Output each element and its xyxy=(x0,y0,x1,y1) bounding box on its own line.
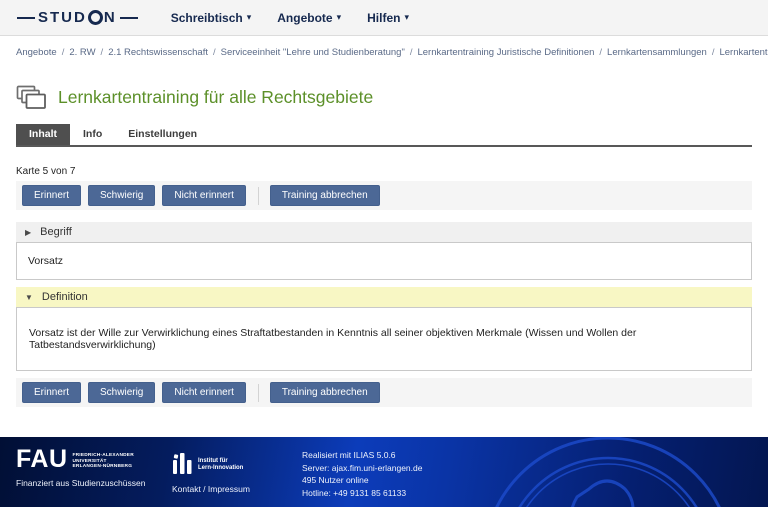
page-footer: ACADEMIA FRIDERICO ALEXANDRINA FAU FRIED… xyxy=(0,437,768,507)
footer-info-line: Server: ajax.fim.uni-erlangen.de xyxy=(302,462,423,473)
breadcrumb-separator: / xyxy=(711,47,715,58)
studon-logo[interactable]: STUD N xyxy=(14,9,141,26)
fau-logo[interactable]: FAU FRIEDRICH-ALEXANDER UNIVERSITÄT ERLANG… xyxy=(16,445,156,473)
footer-info-line: 495 Nutzer online xyxy=(302,475,369,485)
university-seal-watermark: ACADEMIA FRIDERICO ALEXANDRINA xyxy=(479,437,737,507)
breadcrumb-2-rw[interactable]: 2. RW xyxy=(69,47,95,58)
caret-down-icon: ▾ xyxy=(404,12,409,22)
card-content-begriff: Vorsatz xyxy=(16,242,752,280)
training-abbrechen-button[interactable]: Training abbrechen xyxy=(269,185,380,206)
card-section-begriff: ▶ Begriff Vorsatz xyxy=(16,222,752,280)
schwierig-button[interactable]: Schwierig xyxy=(88,185,156,206)
breadcrumb-separator: / xyxy=(61,47,65,58)
footer-server-info: Realisiert mit ILIAS 5.0.6 Server: ajax.f… xyxy=(302,448,422,507)
fau-university-name: FRIEDRICH-ALEXANDER UNIVERSITÄT ERLANGEN-N… xyxy=(73,448,134,470)
ili-logo[interactable]: Institut für Lern-Innovation xyxy=(172,448,280,474)
flashcards-icon xyxy=(16,85,46,109)
accordion-title: Begriff xyxy=(40,226,72,238)
caret-down-icon: ▾ xyxy=(246,12,252,22)
logo-o-ring-icon xyxy=(87,10,103,25)
fau-wordmark: FAU xyxy=(16,445,68,473)
logo-text-right: N xyxy=(103,9,117,26)
breadcrumb-lernkartentraining-fuer-alle-rechtsgebiete[interactable]: Lernkartentraining für alle Rechtsgebiet… xyxy=(719,47,768,58)
logo-dash-left xyxy=(17,16,35,19)
page-header: Lernkartentraining für alle Rechtsgebiet… xyxy=(16,85,752,110)
breadcrumb-separator: / xyxy=(100,47,104,58)
triangle-down-icon: ▼ xyxy=(25,292,33,302)
nicht-erinnert-button[interactable]: Nicht erinnert xyxy=(162,382,246,403)
breadcrumb-separator: / xyxy=(212,47,216,58)
accordion-header-begriff[interactable]: ▶ Begriff xyxy=(16,222,752,242)
logo-text-left: STUD xyxy=(38,9,87,26)
breadcrumb-serviceeinheit-lehre-und-studienberatung[interactable]: Serviceeinheit "Lehre und Studienberatun… xyxy=(221,47,405,58)
page-title: Lernkartentraining für alle Rechtsgebiet… xyxy=(58,87,374,107)
tab-bar: Inhalt Info Einstellungen xyxy=(16,124,752,147)
tab-info[interactable]: Info xyxy=(70,124,115,145)
fau-name-line: ERLANGEN-NÜRNBERG xyxy=(72,464,133,470)
footer-fau-column: FAU FRIEDRICH-ALEXANDER UNIVERSITÄT ERLANG… xyxy=(16,445,156,507)
training-toolbar-top: Erinnert Schwierig Nicht erinnert Training … xyxy=(16,181,752,210)
tab-einstellungen[interactable]: Einstellungen xyxy=(115,124,210,145)
funding-note: Finanziert aus Studienzuschüssen xyxy=(16,478,146,488)
nicht-erinnert-button[interactable]: Nicht erinnert xyxy=(162,185,246,206)
training-abbrechen-button[interactable]: Training abbrechen xyxy=(269,382,380,403)
schwierig-button[interactable]: Schwierig xyxy=(88,382,156,403)
menu-label: Hilfen xyxy=(367,10,401,25)
breadcrumb-lernkartentraining-juristische-definitionen[interactable]: Lernkartentraining Juristische Definitio… xyxy=(417,47,594,58)
svg-text:ACADEMIA FRIDERICO ALEXANDRINA: ACADEMIA FRIDERICO ALEXANDRINA xyxy=(479,498,737,507)
tab-inhalt[interactable]: Inhalt xyxy=(16,124,70,145)
menu-label: Schreibtisch xyxy=(170,10,243,25)
seal-text: ACADEMIA FRIDERICO ALEXANDRINA xyxy=(479,498,730,507)
ili-name-line: Lern-Innovation xyxy=(198,465,244,471)
menu-hilfen[interactable]: Hilfen ▾ xyxy=(367,11,409,25)
breadcrumb-angebote[interactable]: Angebote xyxy=(16,47,57,58)
contact-imprint-link[interactable]: Kontakt / Impressum xyxy=(172,484,250,494)
ili-bars-icon xyxy=(173,453,192,474)
ili-name-line: Institut für xyxy=(198,458,228,464)
breadcrumb-separator: / xyxy=(599,47,603,58)
main-menu: Schreibtisch ▾ Angebote ▾ Hilfen ▾ xyxy=(171,11,409,25)
breadcrumb-2-1-rechtswissenschaft[interactable]: 2.1 Rechtswissenschaft xyxy=(108,47,208,58)
footer-info-line: Hotline: +49 9131 85 61133 xyxy=(302,487,407,498)
breadcrumb: Angebote / 2. RW / 2.1 Rechtswissenschaft / Se… xyxy=(0,36,768,62)
erinnert-button[interactable]: Erinnert xyxy=(22,382,82,403)
footer-ili-column: Institut für Lern-Innovation Kontakt / Im… xyxy=(172,448,280,507)
toolbar-separator xyxy=(257,186,259,205)
accordion-title: Definition xyxy=(41,291,88,303)
menu-angebote[interactable]: Angebote ▾ xyxy=(277,11,341,25)
logo-dash-right xyxy=(119,16,138,19)
accordion-header-definition[interactable]: ▼ Definition xyxy=(16,287,752,307)
toolbar-separator xyxy=(257,383,259,402)
triangle-right-icon: ▶ xyxy=(25,227,32,237)
card-section-definition: ▼ Definition Vorsatz ist der Wille zur Ver… xyxy=(16,287,752,371)
breadcrumb-separator: / xyxy=(409,47,413,58)
menu-schreibtisch[interactable]: Schreibtisch ▾ xyxy=(171,11,252,25)
breadcrumb-lernkartensammlungen[interactable]: Lernkartensammlungen xyxy=(607,47,707,58)
card-progress-text: Karte 5 von 7 xyxy=(16,166,76,177)
training-toolbar-bottom: Erinnert Schwierig Nicht erinnert Training … xyxy=(16,378,752,407)
footer-info-line: Realisiert mit ILIAS 5.0.6 xyxy=(302,450,396,460)
menu-label: Angebote xyxy=(277,10,333,25)
top-navigation-bar: STUD N Schreibtisch ▾ Angebote ▾ Hilfen ▾ xyxy=(0,0,768,36)
caret-down-icon: ▾ xyxy=(336,12,342,22)
flashcard-sections: ▶ Begriff Vorsatz ▼ Definition Vorsatz ist de… xyxy=(16,222,752,371)
erinnert-button[interactable]: Erinnert xyxy=(22,185,82,206)
card-content-definition: Vorsatz ist der Wille zur Verwirklichung… xyxy=(16,307,752,371)
ili-institute-name: Institut für Lern-Innovation xyxy=(198,458,243,474)
